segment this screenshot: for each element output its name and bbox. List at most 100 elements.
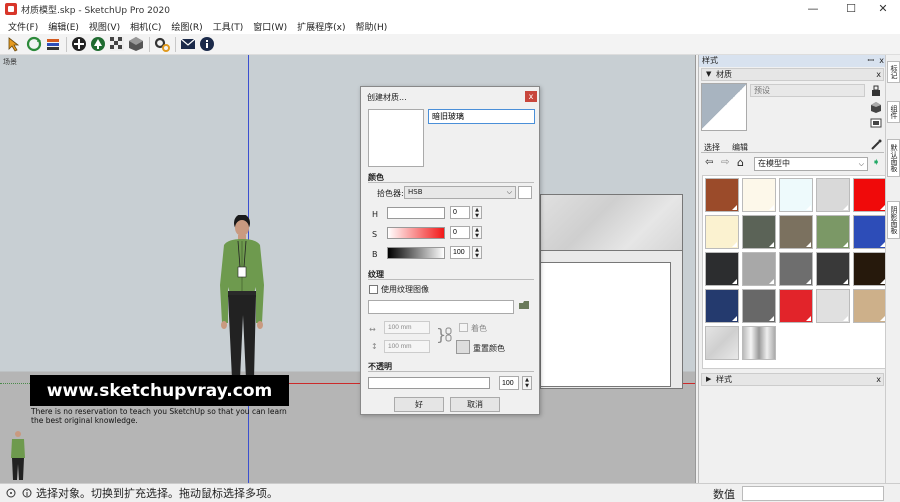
material-swatch[interactable] — [742, 289, 776, 323]
color-swatch[interactable] — [518, 186, 532, 199]
cancel-button[interactable]: 取消 — [450, 397, 500, 412]
texture-height-input[interactable] — [384, 340, 430, 353]
menu-camera[interactable]: 相机(C) — [125, 20, 166, 33]
layers-tool-icon[interactable] — [44, 36, 61, 53]
brightness-spinner[interactable]: ▲ ▼ — [472, 246, 482, 259]
opacity-spinner[interactable]: ▲ ▼ — [522, 376, 532, 390]
material-swatch[interactable] — [853, 215, 887, 249]
orbit-tool-icon[interactable] — [25, 36, 42, 53]
material-swatch[interactable] — [853, 289, 887, 323]
menu-view[interactable]: 视图(V) — [84, 20, 125, 33]
home-icon[interactable]: ⌂ — [737, 156, 744, 169]
mail-icon[interactable] — [179, 36, 196, 53]
material-name-field[interactable] — [750, 84, 865, 97]
use-texture-checkbox[interactable] — [369, 285, 378, 294]
reset-color-swatch[interactable] — [456, 340, 470, 354]
material-swatch[interactable] — [705, 252, 739, 286]
materials-panel-header[interactable]: ▼ 材质 x — [701, 68, 884, 81]
opacity-input[interactable] — [499, 376, 519, 390]
material-swatch[interactable] — [779, 178, 813, 212]
material-name-input[interactable] — [428, 109, 535, 124]
material-swatch[interactable] — [853, 252, 887, 286]
side-tab-tags[interactable]: 标记 — [887, 61, 900, 83]
share-model-icon[interactable] — [108, 36, 125, 53]
menu-draw[interactable]: 绘图(R) — [166, 20, 207, 33]
menu-window[interactable]: 窗口(W) — [248, 20, 292, 33]
eyedropper-icon[interactable] — [870, 139, 882, 151]
color-picker-select[interactable]: HSB ⌵ — [404, 186, 516, 199]
browse-folder-icon[interactable] — [518, 300, 530, 313]
close-window-button[interactable]: ✕ — [866, 0, 900, 18]
maximize-button[interactable]: ☐ — [834, 0, 868, 18]
hue-slider[interactable] — [387, 207, 445, 219]
create-material-icon[interactable] — [870, 101, 882, 113]
material-swatch[interactable] — [779, 215, 813, 249]
hue-spinner[interactable]: ▲ ▼ — [472, 206, 482, 219]
select-tool-icon[interactable] — [6, 36, 23, 53]
menu-tools[interactable]: 工具(T) — [208, 20, 249, 33]
menu-extensions[interactable]: 扩展程序(x) — [292, 20, 350, 33]
info-icon[interactable] — [198, 36, 215, 53]
tint-checkbox[interactable] — [459, 323, 468, 332]
display-secondary-icon[interactable] — [870, 117, 882, 129]
use-texture-label: 使用纹理图像 — [381, 285, 429, 294]
brightness-input[interactable] — [450, 246, 470, 259]
menu-help[interactable]: 帮助(H) — [351, 20, 393, 33]
scale-figure[interactable] — [216, 215, 280, 395]
styles-close-button[interactable]: x — [876, 374, 881, 385]
material-swatch[interactable] — [779, 289, 813, 323]
material-swatch[interactable] — [705, 289, 739, 323]
in-use-marker — [769, 279, 774, 284]
geo-location-icon[interactable] — [6, 488, 16, 498]
menu-file[interactable]: 文件(F) — [3, 20, 43, 33]
credits-info-icon[interactable] — [22, 488, 32, 498]
extension-manager-icon[interactable] — [153, 36, 170, 53]
dialog-close-button[interactable]: x — [525, 91, 537, 102]
saturation-input[interactable] — [450, 226, 470, 239]
materials-grid — [702, 175, 887, 369]
texture-width-input[interactable] — [384, 321, 430, 334]
opacity-slider[interactable] — [368, 377, 490, 389]
material-swatch[interactable] — [742, 178, 776, 212]
texture-concrete-swatch[interactable] — [705, 326, 739, 360]
pin-icon[interactable]: ꟷ — [867, 55, 874, 67]
details-arrow-icon[interactable]: ➧ — [872, 157, 880, 168]
side-tab-shadow-panel[interactable]: 阴影面板 — [887, 201, 900, 239]
chain-link-icon[interactable] — [445, 327, 453, 343]
forward-arrow-icon[interactable]: ⇨ — [721, 157, 729, 168]
back-arrow-icon[interactable]: ⇦ — [705, 157, 713, 168]
glass-wall-model[interactable] — [540, 194, 683, 389]
material-swatch[interactable] — [705, 215, 739, 249]
minimize-button[interactable]: — — [796, 0, 830, 18]
menu-edit[interactable]: 编辑(E) — [43, 20, 84, 33]
brightness-slider[interactable] — [387, 247, 445, 259]
material-swatch[interactable] — [779, 252, 813, 286]
add-location-icon[interactable] — [70, 36, 87, 53]
styles-panel-header[interactable]: ▶ 样式 x — [701, 373, 884, 386]
3d-warehouse-icon[interactable] — [89, 36, 106, 53]
hue-input[interactable] — [450, 206, 470, 219]
material-swatch[interactable] — [816, 289, 850, 323]
material-library-select[interactable]: 在模型中 ⌵ — [754, 157, 868, 171]
saturation-spinner[interactable]: ▲ ▼ — [472, 226, 482, 239]
toolbar-divider — [175, 36, 176, 52]
ok-button[interactable]: 好 — [394, 397, 444, 412]
default-tray: 样式 ꟷ x ▼ 材质 x 选择 编辑 ⇦ ⇨ ⌂ 在模型中 ⌵ ➧ ▶ 样式 … — [698, 55, 887, 483]
material-swatch[interactable] — [853, 178, 887, 212]
side-tab-default-panel[interactable]: 默认面板 — [887, 139, 900, 177]
material-swatch[interactable] — [705, 178, 739, 212]
material-swatch[interactable] — [816, 252, 850, 286]
extension-warehouse-icon[interactable] — [127, 36, 144, 53]
materials-close-button[interactable]: x — [876, 69, 881, 80]
tray-close-button[interactable]: x — [879, 55, 884, 67]
material-swatch[interactable] — [742, 252, 776, 286]
texture-metal-swatch[interactable] — [742, 326, 776, 360]
side-tab-components[interactable]: 组件 — [887, 101, 900, 123]
material-swatch[interactable] — [816, 178, 850, 212]
material-swatch[interactable] — [816, 215, 850, 249]
texture-path-input[interactable] — [368, 300, 514, 314]
material-swatch[interactable] — [742, 215, 776, 249]
sample-paint-icon[interactable] — [870, 85, 882, 97]
measurements-input[interactable] — [742, 486, 884, 501]
saturation-slider[interactable] — [387, 227, 445, 239]
